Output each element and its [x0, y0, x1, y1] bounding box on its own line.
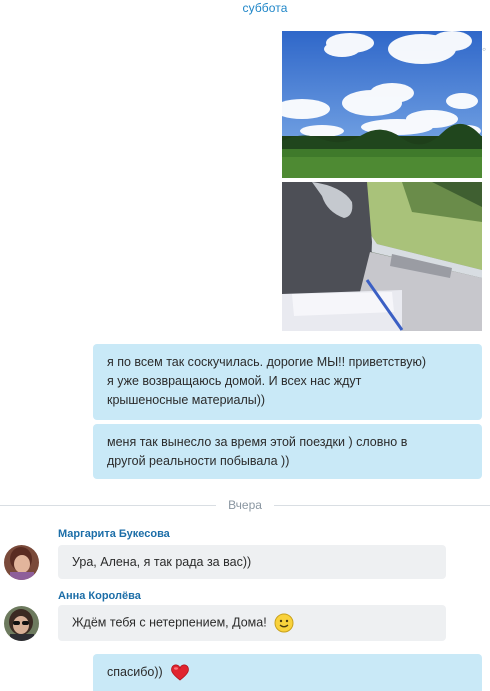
avatar-photo-icon — [4, 545, 39, 580]
avatar[interactable] — [4, 606, 39, 641]
message-text: Ура, Алена, я так рада за вас)) — [72, 555, 252, 569]
day-label-yesterday: Вчера — [228, 498, 262, 512]
shared-photo-train-window[interactable] — [282, 182, 482, 331]
sky-landscape-image — [282, 31, 482, 178]
heart-emoji-icon — [171, 664, 190, 681]
message-text: спасибо)) — [107, 665, 163, 679]
sender-name[interactable]: Маргарита Букесова — [58, 528, 170, 540]
shared-photo-sky[interactable] — [282, 31, 482, 178]
avatar[interactable] — [4, 545, 39, 580]
incoming-message[interactable]: Ждём тебя с нетерпением, Дома! — [58, 605, 446, 641]
outgoing-message[interactable]: я по всем так соскучилась. дорогие МЫ!! … — [93, 344, 482, 420]
day-divider: Вчера — [0, 497, 490, 513]
incoming-message[interactable]: Ура, Алена, я так рада за вас)) — [58, 545, 446, 579]
message-line: я уже возвращаюсь домой. И всех нас ждут — [107, 374, 362, 388]
message-line: я по всем так соскучилась. дорогие МЫ!! … — [107, 355, 427, 369]
message-line: крышеносные материалы)) — [107, 393, 266, 407]
outgoing-message[interactable]: спасибо)) — [93, 654, 482, 691]
divider-line — [0, 504, 217, 506]
avatar-photo-icon — [4, 606, 39, 641]
sender-name[interactable]: Анна Королёва — [58, 590, 141, 602]
message-line: меня так вынесло за время этой поездки )… — [107, 435, 408, 449]
chat-history: суббота ◦ я по всем так соскучилась. дор… — [0, 0, 490, 691]
day-label-saturday: суббота — [242, 1, 288, 15]
divider-line — [273, 504, 490, 506]
scroll-indicator-icon[interactable]: ◦ — [482, 40, 488, 58]
message-text: Ждём тебя с нетерпением, Дома! — [72, 615, 267, 630]
message-line: другой реальности побывала )) — [107, 454, 290, 468]
train-window-image — [282, 182, 482, 331]
outgoing-message[interactable]: меня так вынесло за время этой поездки )… — [93, 424, 482, 479]
smile-emoji-icon — [274, 613, 294, 633]
